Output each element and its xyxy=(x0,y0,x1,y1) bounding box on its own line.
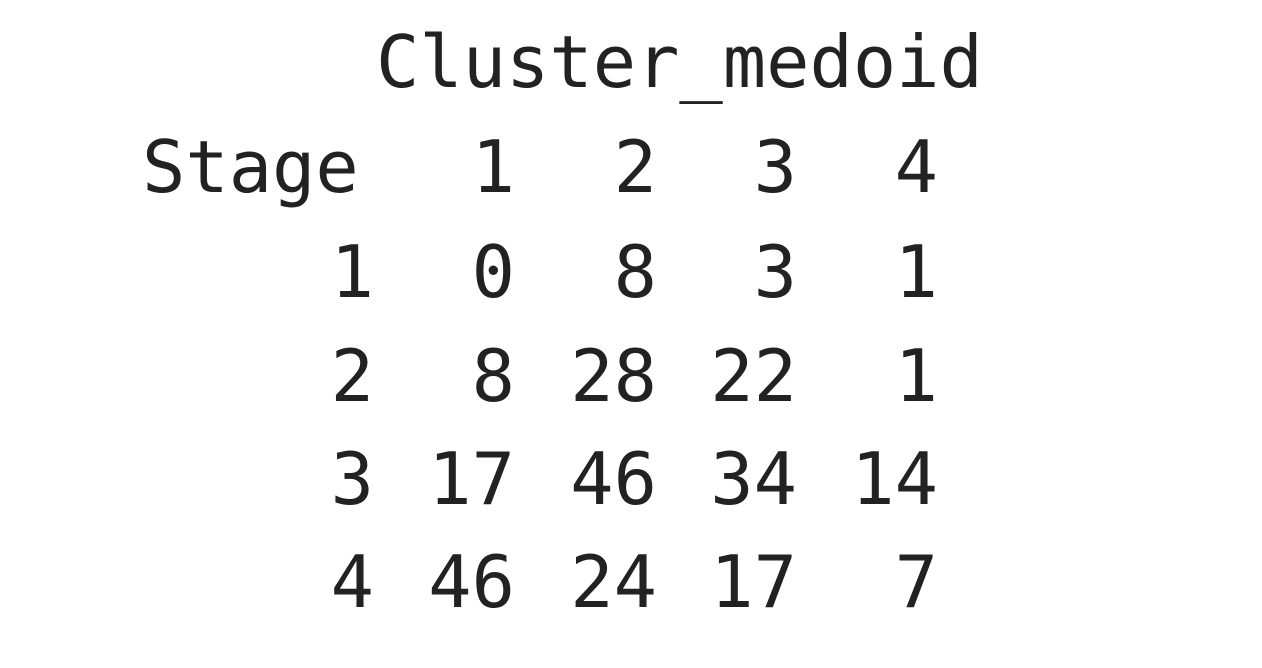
column-variable-label: Cluster_medoid xyxy=(376,20,983,104)
row-label: 2 xyxy=(330,334,374,418)
table-cell: 28 xyxy=(570,334,657,418)
table-cell: 8 xyxy=(613,230,657,314)
table-cell: 46 xyxy=(570,437,657,521)
table-cell: 3 xyxy=(753,230,797,314)
table-cell: 14 xyxy=(851,437,938,521)
column-header: 1 xyxy=(471,125,515,209)
column-header: 2 xyxy=(613,125,657,209)
table-cell: 34 xyxy=(710,437,797,521)
row-label: 3 xyxy=(330,437,374,521)
column-header: 4 xyxy=(894,125,938,209)
table-cell: 1 xyxy=(894,334,938,418)
column-header: 3 xyxy=(753,125,797,209)
row-label: 4 xyxy=(330,540,374,624)
crosstab-output: Cluster_medoid Stage 1 2 3 4 1 0 8 3 1 2 8 28 22 1 3 17… xyxy=(0,0,1262,668)
table-cell: 17 xyxy=(710,540,797,624)
table-cell: 1 xyxy=(894,230,938,314)
table-cell: 7 xyxy=(894,540,938,624)
table-cell: 0 xyxy=(471,230,515,314)
table-cell: 46 xyxy=(428,540,515,624)
table-cell: 24 xyxy=(570,540,657,624)
table-cell: 22 xyxy=(710,334,797,418)
table-cell: 8 xyxy=(471,334,515,418)
row-label: 1 xyxy=(330,230,374,314)
row-variable-label: Stage xyxy=(142,125,359,209)
table-cell: 17 xyxy=(428,437,515,521)
